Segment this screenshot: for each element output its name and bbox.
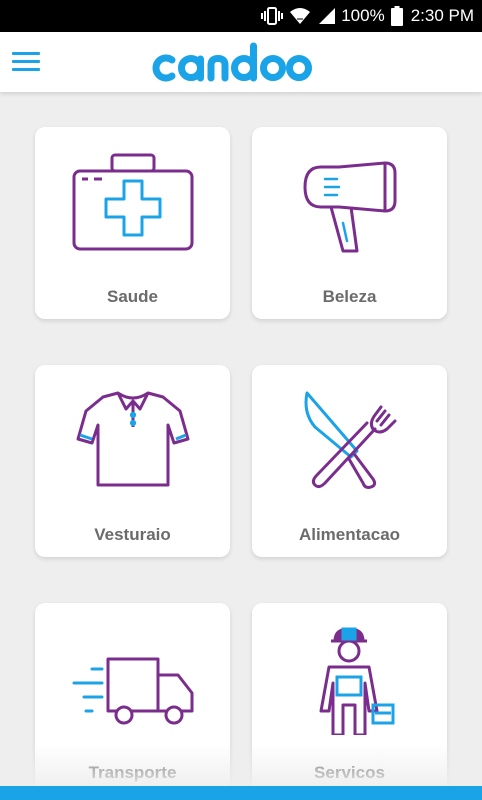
signal-icon (317, 7, 337, 25)
category-card-servicos[interactable]: Servicos (252, 603, 447, 795)
category-card-vesturaio[interactable]: Vesturaio (35, 365, 230, 557)
category-label: Servicos (314, 763, 385, 782)
wifi-icon (289, 7, 311, 25)
delivery-truck-icon (72, 657, 193, 725)
category-card-beleza[interactable]: Beleza (252, 127, 447, 319)
battery-percent: 100% (341, 6, 385, 25)
hamburger-menu-icon[interactable] (12, 50, 42, 74)
polo-shirt-icon (76, 391, 189, 487)
vibrate-icon (261, 7, 284, 25)
category-card-transporte[interactable]: Transporte (35, 603, 230, 795)
hair-dryer-icon (303, 161, 396, 253)
first-aid-kit-icon (72, 153, 193, 251)
candoo-logo (152, 42, 312, 82)
category-card-saude[interactable]: Saude (35, 127, 230, 319)
status-bar: 100% 2:30 PM (0, 0, 482, 32)
category-label: Alimentacao (298, 525, 401, 544)
app-bar (0, 32, 482, 92)
category-label: Beleza (322, 287, 377, 306)
category-label: Vesturaio (94, 525, 171, 544)
category-label: Transporte (88, 763, 177, 782)
category-card-alimentacao[interactable]: Alimentacao (252, 365, 447, 557)
battery-icon (390, 6, 403, 26)
worker-icon (319, 627, 394, 735)
knife-fork-icon (304, 391, 396, 489)
category-label: Saude (106, 287, 159, 306)
category-grid: Saude Beleza Vesturaio Alimentacao Trans… (0, 92, 482, 795)
bottom-accent-bar (0, 786, 482, 800)
clock: 2:30 PM (410, 6, 474, 25)
